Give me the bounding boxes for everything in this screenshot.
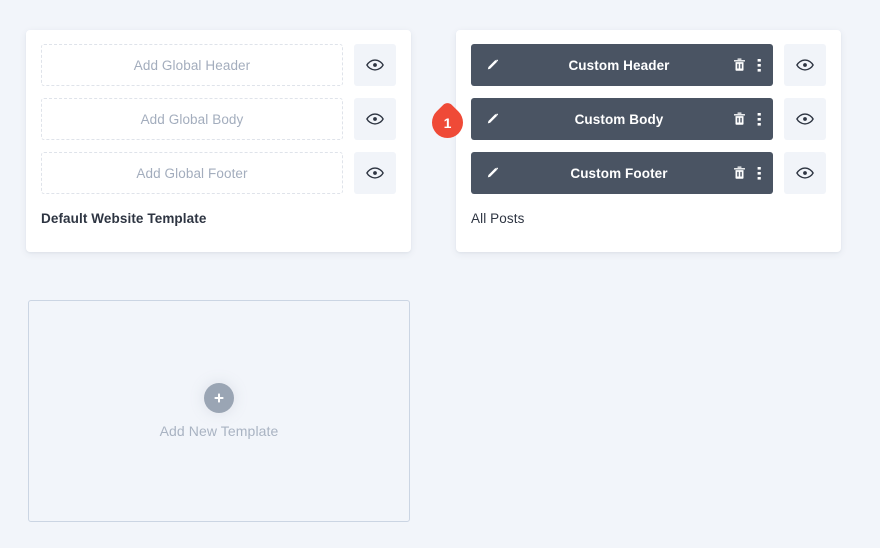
pencil-icon[interactable] <box>483 111 500 128</box>
template-row: Custom Body <box>471 98 826 140</box>
visibility-toggle-button[interactable] <box>784 152 826 194</box>
placeholder-label: Add Global Header <box>134 58 251 73</box>
add-global-body-placeholder[interactable]: Add Global Body <box>41 98 343 140</box>
template-row-list: Custom Header <box>471 44 826 194</box>
add-new-template-label: Add New Template <box>160 423 279 439</box>
layout-bar-actions <box>732 57 762 74</box>
plus-icon <box>204 383 234 413</box>
template-builder-canvas: Add Global Header Add Global Body <box>0 0 880 548</box>
custom-header-layout-bar[interactable]: Custom Header <box>471 44 773 86</box>
template-card-caption: All Posts <box>471 211 826 226</box>
visibility-toggle-button[interactable] <box>784 98 826 140</box>
eye-icon <box>796 164 814 182</box>
trash-icon[interactable] <box>732 111 747 127</box>
layout-bar-title: Custom Body <box>500 112 732 127</box>
template-card-all-posts: Custom Header <box>456 30 841 252</box>
pencil-icon[interactable] <box>483 57 500 74</box>
placeholder-label: Add Global Body <box>141 112 244 127</box>
template-row: Add Global Footer <box>41 152 396 194</box>
pencil-icon[interactable] <box>483 165 500 182</box>
custom-body-layout-bar[interactable]: Custom Body <box>471 98 773 140</box>
trash-icon[interactable] <box>732 57 747 73</box>
visibility-toggle-button[interactable] <box>784 44 826 86</box>
eye-icon <box>366 110 384 128</box>
template-row: Custom Header <box>471 44 826 86</box>
eye-icon <box>366 56 384 74</box>
add-new-template-button[interactable]: Add New Template <box>28 300 410 522</box>
layout-bar-actions <box>732 111 762 128</box>
add-global-footer-placeholder[interactable]: Add Global Footer <box>41 152 343 194</box>
template-card-default-website: Add Global Header Add Global Body <box>26 30 411 252</box>
template-row: Add Global Body <box>41 98 396 140</box>
placeholder-label: Add Global Footer <box>136 166 247 181</box>
template-row-list: Add Global Header Add Global Body <box>41 44 396 194</box>
more-vertical-icon[interactable] <box>757 165 762 182</box>
eye-icon <box>796 56 814 74</box>
layout-bar-title: Custom Header <box>500 58 732 73</box>
custom-footer-layout-bar[interactable]: Custom Footer <box>471 152 773 194</box>
add-global-header-placeholder[interactable]: Add Global Header <box>41 44 343 86</box>
template-card-caption: Default Website Template <box>41 211 396 226</box>
template-row: Custom Footer <box>471 152 826 194</box>
template-row: Add Global Header <box>41 44 396 86</box>
more-vertical-icon[interactable] <box>757 111 762 128</box>
layout-bar-title: Custom Footer <box>500 166 732 181</box>
eye-icon <box>366 164 384 182</box>
visibility-toggle-button[interactable] <box>354 152 396 194</box>
layout-bar-actions <box>732 165 762 182</box>
more-vertical-icon[interactable] <box>757 57 762 74</box>
visibility-toggle-button[interactable] <box>354 98 396 140</box>
visibility-toggle-button[interactable] <box>354 44 396 86</box>
eye-icon <box>796 110 814 128</box>
trash-icon[interactable] <box>732 165 747 181</box>
